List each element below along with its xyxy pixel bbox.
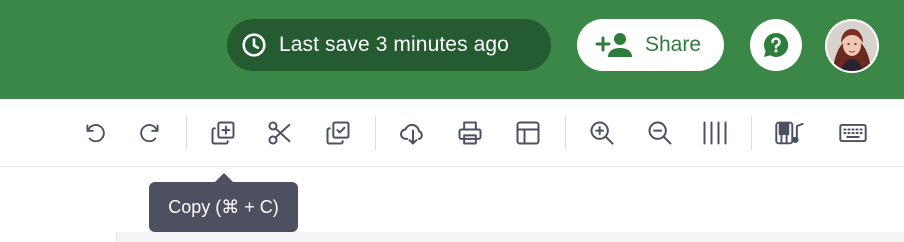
cut-button[interactable]: [260, 113, 300, 153]
zoom-in-button[interactable]: [582, 113, 622, 153]
zoom-out-button[interactable]: [640, 113, 680, 153]
undo-button[interactable]: [75, 113, 115, 153]
layout-icon: [516, 121, 540, 145]
sheet-top-strip: [117, 232, 904, 242]
share-label: Share: [645, 33, 702, 56]
toolbar-separator: [186, 116, 187, 150]
columns-icon: [703, 121, 727, 145]
undo-icon: [86, 124, 105, 143]
zoom-out-icon: [648, 121, 672, 145]
scissors-icon: [268, 121, 291, 145]
help-button[interactable]: [750, 19, 802, 71]
redo-button[interactable]: [130, 113, 170, 153]
save-status-text: Last save 3 minutes ago: [279, 33, 509, 56]
keyboard-button[interactable]: [833, 113, 873, 153]
print-button[interactable]: [450, 113, 490, 153]
zoom-in-icon: [590, 121, 614, 145]
columns-button[interactable]: [695, 113, 735, 153]
printer-icon: [458, 121, 482, 145]
tooltip-arrow: [215, 173, 233, 182]
editor-toolbar: [0, 99, 904, 167]
toolbar-separator: [751, 116, 752, 150]
piano-button[interactable]: [770, 113, 810, 153]
paste-icon: [326, 121, 350, 145]
paste-button[interactable]: [318, 113, 358, 153]
copy-tooltip: Copy (⌘ + C): [149, 182, 298, 232]
piano-music-icon: [775, 121, 804, 145]
download-button[interactable]: [393, 113, 433, 153]
copy-icon: [211, 121, 235, 145]
avatar-photo: [827, 21, 877, 71]
cloud-download-icon: [400, 123, 423, 145]
help-question-icon: [763, 32, 789, 57]
toolbar-separator: [565, 116, 566, 150]
sheet-area: [0, 168, 904, 242]
add-person-icon: [595, 33, 632, 57]
layout-button[interactable]: [508, 113, 548, 153]
tooltip-text: Copy (⌘ + C): [168, 196, 279, 217]
toolbar-separator: [375, 116, 376, 150]
save-status-pill: Last save 3 minutes ago: [227, 19, 551, 71]
keyboard-icon: [839, 123, 867, 143]
user-avatar[interactable]: [825, 19, 879, 73]
redo-icon: [140, 124, 159, 143]
copy-button[interactable]: [203, 113, 243, 153]
clock-icon: [242, 33, 266, 57]
app-header: Last save 3 minutes ago Share: [0, 0, 904, 99]
share-button[interactable]: Share: [577, 19, 724, 71]
